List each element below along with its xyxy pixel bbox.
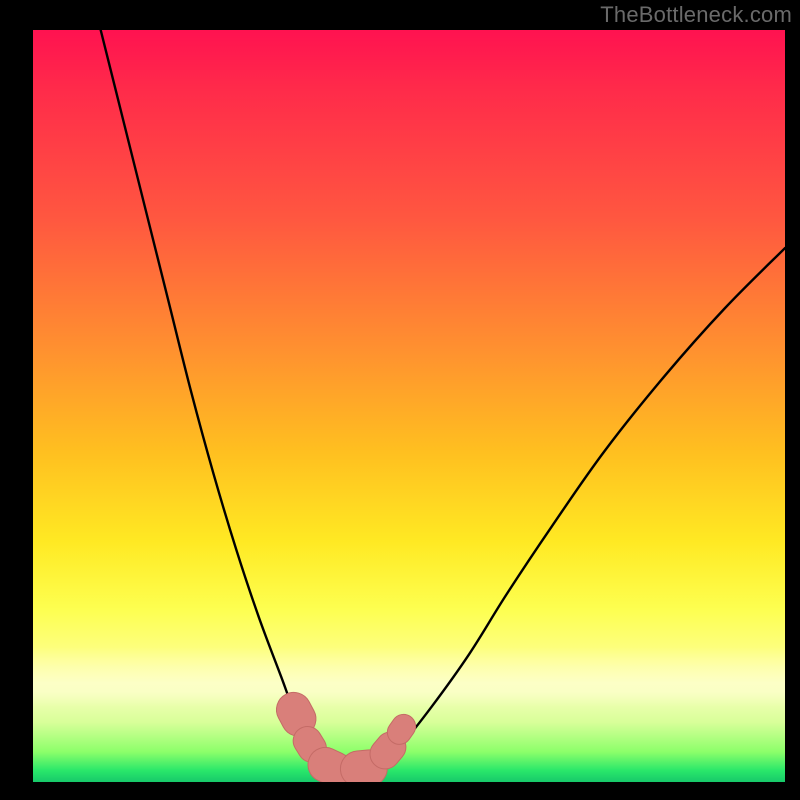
chart-frame: TheBottleneck.com (0, 0, 800, 800)
plot-area (33, 30, 785, 782)
watermark-text: TheBottleneck.com (600, 2, 792, 28)
background-gradient (33, 30, 785, 782)
